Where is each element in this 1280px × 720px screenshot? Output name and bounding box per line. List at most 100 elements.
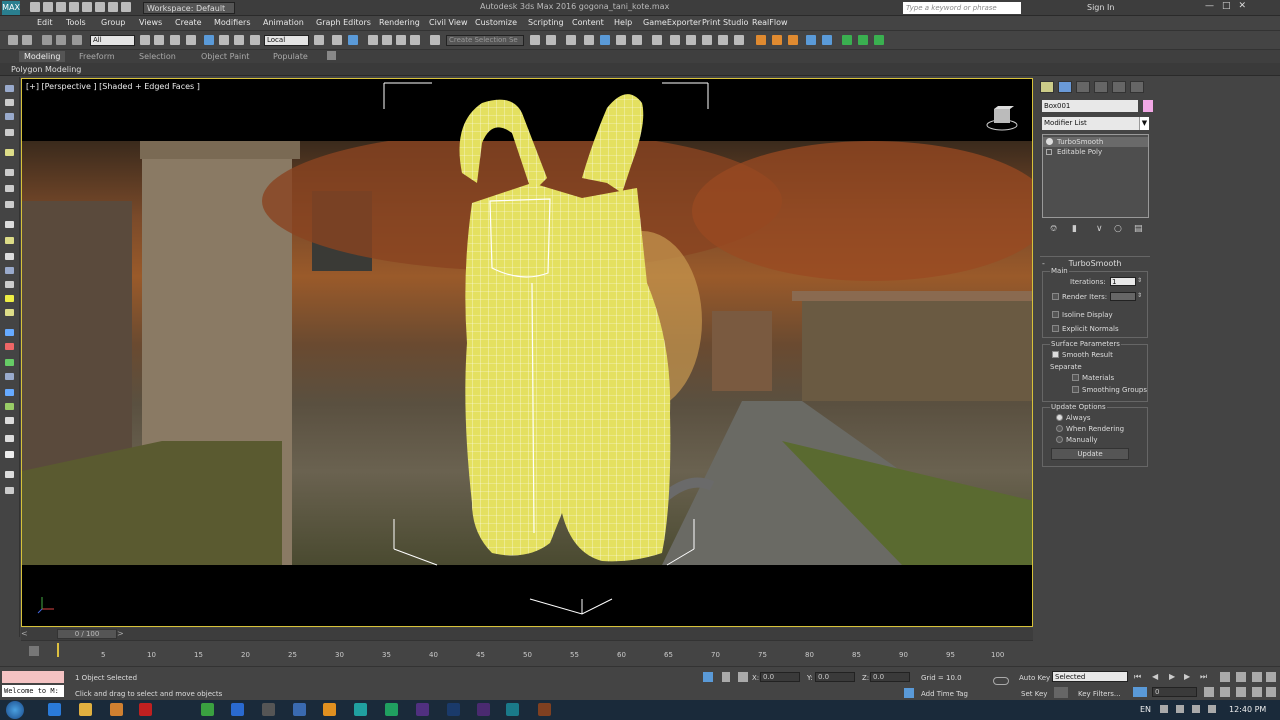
utilities-tab-icon[interactable]	[1130, 81, 1144, 93]
tool-icon[interactable]	[5, 451, 14, 458]
tab-populate[interactable]: Populate	[273, 52, 308, 61]
menu-customize[interactable]: Customize	[475, 18, 517, 27]
after-effects-icon[interactable]	[416, 703, 429, 716]
time-slider[interactable]: 0 / 100 < >	[21, 628, 1033, 640]
save-file-icon[interactable]	[56, 2, 66, 12]
tool-icon[interactable]	[5, 389, 14, 396]
chrome-icon[interactable]	[201, 703, 214, 716]
smooth-result-checkbox[interactable]	[1052, 351, 1059, 358]
explicit-normals-checkbox[interactable]	[1052, 325, 1059, 332]
material-editor-icon[interactable]	[652, 35, 662, 45]
3ds-max-icon[interactable]	[506, 703, 519, 716]
tool-icon[interactable]	[5, 295, 14, 302]
pivot-center-icon[interactable]	[314, 35, 324, 45]
media-player-icon[interactable]	[110, 703, 123, 716]
tab-modeling[interactable]: Modeling	[19, 51, 66, 62]
realflow-daemon-icon[interactable]	[788, 35, 798, 45]
start-button[interactable]	[6, 701, 24, 719]
tool-icon[interactable]	[5, 359, 14, 366]
rendered-frame-window-icon[interactable]	[686, 35, 696, 45]
hierarchy-tab-icon[interactable]	[1076, 81, 1090, 93]
link-icon[interactable]	[42, 35, 52, 45]
tool-icon[interactable]	[5, 487, 14, 494]
app-icon[interactable]	[293, 703, 306, 716]
project-folder-icon[interactable]	[121, 2, 131, 12]
absolute-mode-icon[interactable]	[738, 672, 748, 682]
stack-item-editable-poly[interactable]: Editable Poly	[1043, 147, 1148, 157]
manipulate-icon[interactable]	[332, 35, 342, 45]
materials-checkbox[interactable]	[1072, 374, 1079, 381]
toggle-ribbon-icon[interactable]	[600, 35, 610, 45]
new-file-icon[interactable]	[30, 2, 40, 12]
smoothing-groups-checkbox[interactable]	[1072, 386, 1079, 393]
realflow-cache-icon[interactable]	[874, 35, 884, 45]
align-icon[interactable]	[546, 35, 556, 45]
menu-realflow[interactable]: RealFlow	[752, 18, 788, 27]
maxscript-listener-mini[interactable]	[2, 671, 64, 683]
zoom-all-icon[interactable]	[1236, 672, 1246, 682]
realflow-simulate-icon[interactable]	[842, 35, 852, 45]
menu-edit[interactable]: Edit	[37, 18, 53, 27]
current-frame-marker[interactable]	[57, 643, 59, 657]
tool-icon[interactable]	[5, 329, 14, 336]
next-key-icon[interactable]: ▶	[1184, 672, 1190, 681]
tool-icon[interactable]	[5, 149, 14, 156]
mirror-icon[interactable]	[530, 35, 540, 45]
isoline-display-checkbox[interactable]	[1052, 311, 1059, 318]
fetch-icon[interactable]	[108, 2, 118, 12]
key-icon[interactable]	[993, 677, 1009, 685]
overalls-mesh[interactable]	[432, 83, 692, 583]
key-filters-button[interactable]: Key Filters...	[1078, 690, 1121, 698]
select-and-scale-icon[interactable]	[234, 35, 244, 45]
iterations-spinner[interactable]: 1	[1110, 277, 1136, 286]
unlink-icon[interactable]	[56, 35, 66, 45]
auto-key-button[interactable]: Auto Key	[1019, 674, 1050, 682]
search-input[interactable]: Type a keyword or phrase	[903, 2, 1021, 14]
rectangular-selection-icon[interactable]	[170, 35, 180, 45]
tool-icon[interactable]	[5, 373, 14, 380]
goto-end-icon[interactable]: ⏭	[1200, 672, 1207, 682]
modifier-list-dropdown[interactable]: Modifier List ▼	[1042, 117, 1149, 130]
snaps-toggle-icon[interactable]	[368, 35, 378, 45]
render-iters-checkbox[interactable]	[1052, 293, 1059, 300]
tool-icon[interactable]	[5, 253, 14, 260]
realflow-domain-icon[interactable]	[772, 35, 782, 45]
window-crossing-icon[interactable]	[186, 35, 196, 45]
tool-icon[interactable]	[5, 309, 14, 316]
redo-icon[interactable]	[22, 35, 32, 45]
spinner-snap-icon[interactable]	[410, 35, 420, 45]
tool-icon[interactable]	[5, 403, 14, 410]
time-tag-icon[interactable]	[904, 688, 914, 698]
ribbon-options-icon[interactable]	[327, 51, 336, 60]
app-icon[interactable]	[354, 703, 367, 716]
menu-create[interactable]: Create	[175, 18, 202, 27]
tray-icon[interactable]	[1160, 705, 1168, 713]
word-icon[interactable]	[231, 703, 244, 716]
spinner-arrows-icon[interactable]: ⇕	[1137, 292, 1142, 299]
pan-view-icon[interactable]	[1220, 687, 1230, 697]
tool-icon[interactable]	[5, 435, 14, 442]
track-bar[interactable]: 5 10 15 20 25 30 35 40 45 50 55 60 65 70…	[21, 640, 1033, 666]
modify-tab-icon[interactable]	[1058, 81, 1072, 93]
keyboard-shortcut-override-icon[interactable]	[348, 35, 358, 45]
photoshop-icon[interactable]	[447, 703, 460, 716]
system-clock[interactable]: 12:40 PM	[1229, 705, 1266, 714]
viewport-label[interactable]: [+] [Perspective ] [Shaded + Edged Faces…	[26, 82, 200, 91]
menu-content[interactable]: Content	[572, 18, 604, 27]
select-by-name-icon[interactable]	[154, 35, 164, 45]
orbit-icon[interactable]	[1236, 687, 1246, 697]
field-of-view-icon[interactable]	[1204, 687, 1214, 697]
edit-named-selection-icon[interactable]	[430, 35, 440, 45]
perspective-viewport[interactable]: [+] [Perspective ] [Shaded + Edged Faces…	[21, 78, 1033, 627]
default-in-out-tangents-icon[interactable]	[1133, 687, 1147, 697]
tool-icon[interactable]	[5, 201, 14, 208]
selection-filter-dropdown[interactable]: All	[90, 35, 135, 46]
layer-explorer-icon[interactable]	[584, 35, 594, 45]
maxscript-input[interactable]: Welcome to M:	[2, 685, 64, 697]
goto-start-icon[interactable]: ⏮	[1134, 672, 1141, 682]
when-rendering-radio[interactable]	[1056, 425, 1063, 432]
next-frame-icon[interactable]: >	[117, 629, 124, 638]
tool-icon[interactable]	[5, 221, 14, 228]
opera-icon[interactable]	[139, 703, 152, 716]
z-coordinate-field[interactable]: 0.0	[870, 672, 910, 682]
